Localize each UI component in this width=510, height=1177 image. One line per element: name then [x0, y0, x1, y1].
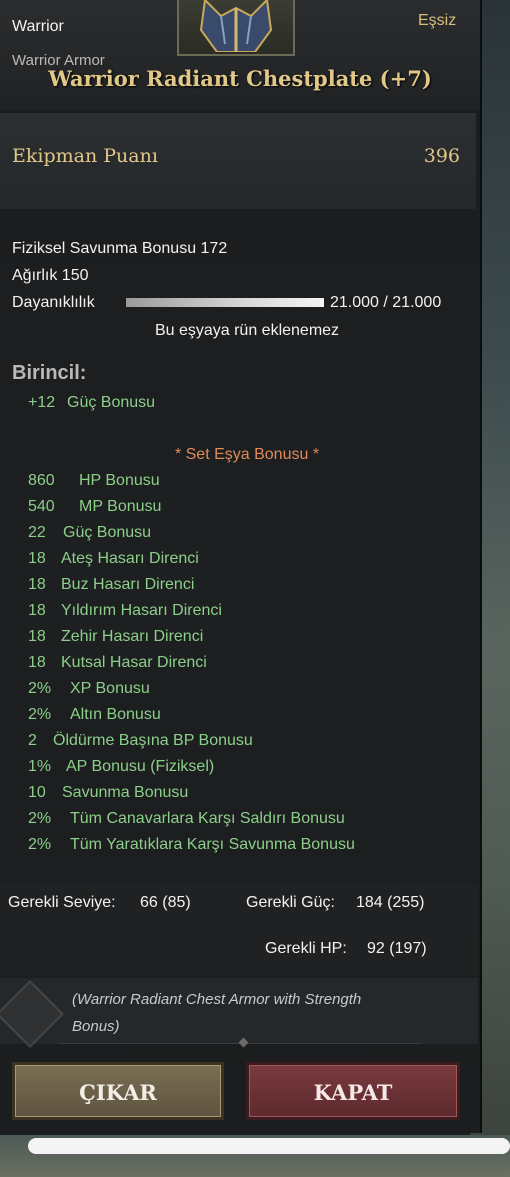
rarity-label: Eşsiz [418, 12, 457, 29]
set-bonus-name: Altın Bonusu [70, 706, 161, 723]
set-bonus-name: XP Bonusu [70, 680, 150, 697]
close-button[interactable]: KAPAT [246, 1062, 460, 1120]
set-bonus-value: 2% [28, 706, 52, 723]
set-bonus-name: Öldürme Başına BP Bonusu [53, 732, 253, 749]
set-bonus-name: MP Bonusu [79, 498, 162, 515]
no-rune-notice: Bu eşyaya rün eklenemez [154, 322, 340, 339]
set-bonus-value: 2% [28, 836, 52, 853]
set-bonus-name: AP Bonusu (Fiziksel) [66, 758, 215, 775]
set-bonus-name: Zehir Hasarı Direnci [61, 628, 204, 645]
chestplate-icon [177, 0, 295, 56]
equipment-points-box: Ekipman Puanı 396 [0, 113, 476, 209]
equipment-points-label: Ekipman Puanı [12, 145, 158, 167]
item-tooltip: Warrior Warrior Armor Eşsiz Warrior Radi… [0, 0, 482, 1133]
defense-stat: Fiziksel Savunma Bonusu 172 [12, 240, 228, 257]
set-bonus-value: 2 [28, 732, 37, 749]
set-bonus-value: 22 [28, 524, 46, 541]
set-bonus-name: HP Bonusu [79, 472, 160, 489]
durability-bar [126, 298, 324, 307]
primary-bonus-name: Güç Bonusu [67, 394, 156, 411]
tooltip-header: Warrior Warrior Armor Eşsiz Warrior Radi… [0, 0, 480, 110]
primary-bonus-value: +12 [28, 394, 56, 411]
durability-value: 21.000 / 21.000 [330, 294, 442, 311]
equipment-points-value: 396 [423, 145, 460, 167]
set-bonus-value: 18 [28, 654, 46, 671]
set-bonus-name: Tüm Canavarlara Karşı Saldırı Bonusu [70, 810, 345, 827]
set-bonus-name: Tüm Yaratıklara Karşı Savunma Bonusu [70, 836, 355, 853]
required-strength-label: Gerekli Güç: [246, 894, 335, 911]
primary-title: Birincil: [12, 362, 87, 384]
set-bonus-value: 18 [28, 628, 46, 645]
required-hp-label: Gerekli HP: [265, 940, 347, 957]
set-bonus-value: 2% [28, 810, 52, 827]
item-description: (Warrior Radiant Chest Armor with Streng… [72, 991, 362, 1035]
set-bonus-name: Savunma Bonusu [62, 784, 189, 801]
set-bonus-value: 2% [28, 680, 52, 697]
set-bonus-value: 10 [28, 784, 46, 801]
required-strength-value: 184 (255) [356, 894, 425, 911]
set-bonus-value: 1% [28, 758, 52, 775]
background-bar [28, 1138, 510, 1154]
set-bonus-name: Ateş Hasarı Direnci [61, 550, 199, 567]
set-bonus-name: Güç Bonusu [63, 524, 152, 541]
item-name: Warrior Radiant Chestplate (+7) [48, 66, 432, 91]
required-level-label: Gerekli Seviye: [8, 894, 116, 911]
set-bonus-value: 18 [28, 602, 46, 619]
set-bonus-value: 18 [28, 576, 46, 593]
set-bonus-name: Kutsal Hasar Direnci [61, 654, 207, 671]
set-bonus-value: 18 [28, 550, 46, 567]
set-bonus-value: 860 [28, 472, 55, 489]
set-bonus-name: Buz Hasarı Direnci [61, 576, 195, 593]
item-class: Warrior [12, 18, 64, 35]
required-hp-value: 92 (197) [367, 940, 427, 957]
remove-button[interactable]: ÇIKAR [12, 1062, 224, 1120]
weight-stat: Ağırlık 150 [12, 267, 89, 284]
durability-label: Dayanıklılık [12, 294, 95, 311]
required-level-value: 66 (85) [140, 894, 191, 911]
set-bonus-value: 540 [28, 498, 55, 515]
set-bonus-title: * Set Eşya Bonusu * [174, 446, 320, 463]
set-bonus-name: Yıldırım Hasarı Direnci [61, 602, 222, 619]
